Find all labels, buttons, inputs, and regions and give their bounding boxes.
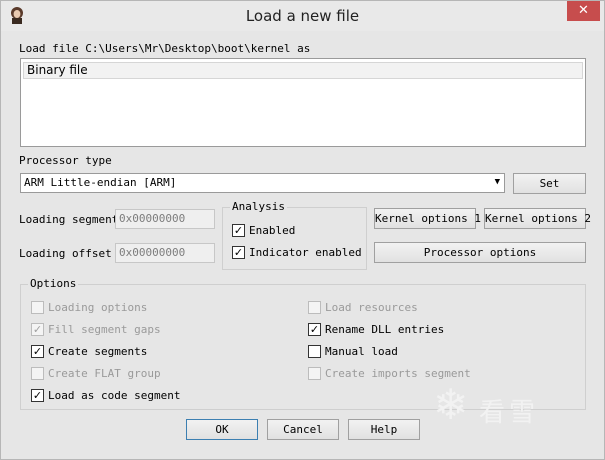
load-as-code-segment-label: Load as code segment <box>48 389 181 402</box>
list-item[interactable]: Binary file <box>23 62 583 79</box>
kernel-options-1-button[interactable]: Kernel options 1 <box>374 208 481 229</box>
analysis-group-title: Analysis <box>230 200 287 213</box>
window-title: Load a new file <box>245 7 360 25</box>
processor-type-select[interactable]: ARM Little-endian [ARM] ▼ <box>20 173 505 193</box>
checkmark-icon[interactable]: ✓ <box>232 224 245 237</box>
options-group-title: Options <box>28 277 79 290</box>
loading-segment-field[interactable]: 0x00000000 <box>115 209 215 229</box>
analysis-group: Analysis ✓ Enabled ✓ Indicator enabled <box>222 200 367 270</box>
load-file-dialog: Load a new file ✕ Load file C:\Users\Mr\… <box>0 0 605 460</box>
fill-segment-gaps-label: Fill segment gaps <box>48 323 161 336</box>
analysis-enabled-label: Enabled <box>249 224 296 237</box>
ok-button[interactable]: OK <box>186 419 258 440</box>
watermark-text: 看雪 <box>479 398 540 428</box>
processor-type-value: ARM Little-endian [ARM] <box>24 176 177 189</box>
checkmark-icon[interactable]: ✓ <box>31 389 44 402</box>
help-button[interactable]: Help <box>348 419 420 440</box>
create-flat-group-label: Create FLAT group <box>48 367 161 380</box>
loading-offset-field[interactable]: 0x00000000 <box>115 243 215 263</box>
checkbox-box[interactable] <box>31 367 44 380</box>
checkbox-box[interactable] <box>308 301 321 314</box>
snowflake-icon: ❄ <box>433 380 469 429</box>
loading-segment-label: Loading segment <box>19 213 119 226</box>
processor-options-button[interactable]: Processor options <box>374 242 586 263</box>
indicator-enabled-label: Indicator enabled <box>249 246 362 259</box>
checkmark-icon[interactable]: ✓ <box>308 323 321 336</box>
close-button[interactable]: ✕ <box>567 1 600 21</box>
checkmark-icon[interactable]: ✓ <box>232 246 245 259</box>
title-bar: Load a new file ✕ <box>1 1 604 31</box>
load-file-label: Load file C:\Users\Mr\Desktop\boot\kerne… <box>19 42 311 55</box>
checkbox-box[interactable] <box>308 367 321 380</box>
load-resources-label: Load resources <box>325 301 418 314</box>
checkmark-icon[interactable]: ✓ <box>31 323 44 336</box>
manual-load-label: Manual load <box>325 345 398 358</box>
create-segments-label: Create segments <box>48 345 148 358</box>
checkbox-box[interactable] <box>308 345 321 358</box>
processor-type-label: Processor type <box>19 154 112 167</box>
loading-offset-label: Loading offset <box>19 247 112 260</box>
checkbox-box[interactable] <box>31 301 44 314</box>
loading-options-label: Loading options <box>48 301 148 314</box>
file-format-list[interactable]: Binary file <box>20 58 586 147</box>
checkmark-icon[interactable]: ✓ <box>31 345 44 358</box>
close-icon: ✕ <box>578 3 589 18</box>
kernel-options-2-button[interactable]: Kernel options 2 <box>484 208 591 229</box>
set-button[interactable]: Set <box>513 173 586 194</box>
rename-dll-entries-label: Rename DLL entries <box>325 323 445 336</box>
chevron-down-icon[interactable]: ▼ <box>495 177 500 187</box>
create-imports-segment-label: Create imports segment <box>325 367 471 380</box>
cancel-button[interactable]: Cancel <box>267 419 339 440</box>
